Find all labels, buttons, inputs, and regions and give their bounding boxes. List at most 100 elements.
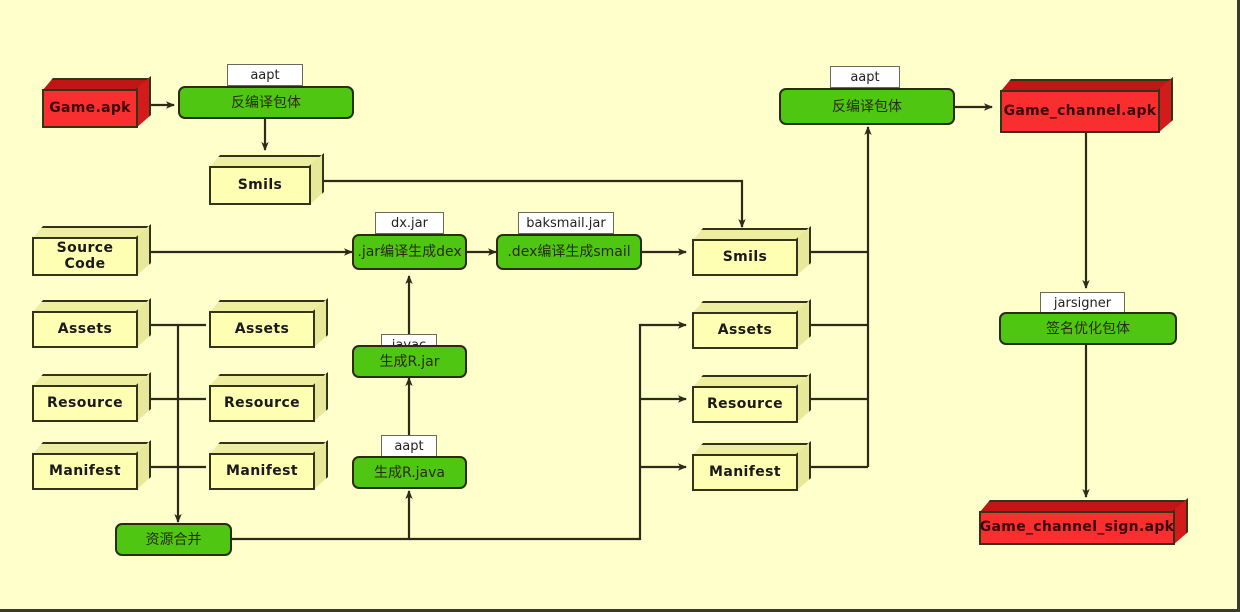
tool-tab-label: aapt (250, 67, 280, 83)
node-label: Assets (57, 320, 113, 337)
node-manifest-right[interactable]: Manifest (692, 443, 798, 491)
node-label: Resource (223, 394, 301, 411)
cube-side-face (138, 453, 149, 490)
node-merge-resources[interactable]: 资源合并 (115, 523, 232, 556)
node-label: Resource (46, 394, 124, 411)
cube-top-face (692, 443, 798, 454)
cube-front-face: Resource (209, 385, 315, 422)
node-sign-optimize[interactable]: 签名优化包体 (999, 312, 1177, 345)
node-label: 反编译包体 (832, 98, 902, 115)
cube-top-face (32, 300, 138, 311)
node-resource-right[interactable]: Resource (692, 375, 798, 423)
cube-top-face (209, 300, 315, 311)
tool-tab-baksmail-jar[interactable]: baksmail.jar (518, 212, 614, 234)
tool-tab-label: aapt (850, 69, 880, 85)
node-manifest-mid[interactable]: Manifest (209, 442, 315, 490)
node-label: Game_channel.apk (1003, 102, 1157, 119)
node-manifest-left[interactable]: Manifest (32, 442, 138, 490)
edge-merge-to-genrjava (232, 490, 413, 541)
node-label: 签名优化包体 (1046, 320, 1130, 337)
cube-front-face: Assets (692, 312, 798, 349)
cube-front-face: Resource (692, 386, 798, 423)
cube-top-face (42, 78, 138, 89)
node-label: Assets (234, 320, 290, 337)
cube-side-face (1160, 90, 1171, 133)
node-source-code[interactable]: Source Code (32, 226, 138, 276)
cube-top-face (692, 375, 798, 386)
tool-tab-label: dx.jar (390, 215, 428, 231)
node-resource-mid[interactable]: Resource (209, 374, 315, 422)
node-label: Manifest (226, 462, 298, 479)
node-label: Manifest (49, 462, 121, 479)
cube-front-face: Game_channel_sign.apk (979, 511, 1175, 545)
cube-top-face (1000, 79, 1160, 90)
node-label: 资源合并 (145, 531, 202, 548)
tool-tab-label: jarsigner (1053, 295, 1112, 311)
cube-front-face: Assets (32, 311, 138, 348)
node-label: Game_channel_sign.apk (979, 519, 1175, 536)
node-label: 反编译包体 (231, 94, 301, 111)
node-label: Smils (722, 248, 768, 265)
node-label: Game.apk (49, 99, 131, 116)
node-label: .jar编译生成dex (357, 244, 462, 260)
cube-front-face: Manifest (32, 453, 138, 490)
cube-side-face (315, 453, 326, 490)
cube-top-face (692, 301, 798, 312)
cube-side-face (315, 311, 326, 348)
node-game-channel-sign-apk[interactable]: Game_channel_sign.apk (979, 500, 1175, 545)
node-label: Assets (717, 321, 773, 338)
tool-tab-label: aapt (394, 438, 424, 454)
node-smils-1[interactable]: Smils (209, 155, 311, 205)
node-game-apk[interactable]: Game.apk (42, 78, 138, 128)
node-label: Smils (237, 176, 283, 193)
node-label: Source Code (56, 240, 114, 272)
cube-top-face (32, 374, 138, 385)
node-label: Resource (706, 395, 784, 412)
node-dex-to-smail[interactable]: .dex编译生成smail (496, 234, 642, 270)
cube-side-face (311, 166, 322, 205)
cube-top-face (979, 500, 1175, 511)
cube-front-face: Resource (32, 385, 138, 422)
tool-tab-jarsigner[interactable]: jarsigner (1040, 292, 1125, 314)
tool-tab-aapt-top-left[interactable]: aapt (227, 64, 303, 86)
cube-top-face (209, 442, 315, 453)
node-resource-left[interactable]: Resource (32, 374, 138, 422)
node-assets-left[interactable]: Assets (32, 300, 138, 348)
cube-top-face (692, 228, 798, 239)
cube-front-face: Smils (209, 166, 311, 205)
cube-top-face (209, 155, 311, 166)
node-smils-2[interactable]: Smils (692, 228, 798, 276)
cube-front-face: Manifest (209, 453, 315, 490)
cube-front-face: Manifest (692, 454, 798, 491)
cube-side-face (138, 89, 149, 128)
node-gen-r-jar[interactable]: 生成R.jar (352, 345, 467, 378)
node-label: .dex编译生成smail (507, 244, 631, 260)
cube-side-face (138, 385, 149, 422)
node-label: Manifest (709, 463, 781, 480)
cube-front-face: Assets (209, 311, 315, 348)
cube-side-face (798, 239, 809, 276)
node-game-channel-apk[interactable]: Game_channel.apk (1000, 79, 1160, 133)
cube-side-face (798, 312, 809, 349)
tool-tab-aapt-mid[interactable]: aapt (381, 435, 437, 457)
diagram-canvas: Game.apk aapt 反编译包体 Smils Source Code dx… (0, 0, 1240, 612)
cube-front-face: Smils (692, 239, 798, 276)
cube-front-face: Game_channel.apk (1000, 90, 1160, 133)
tool-tab-dx-jar[interactable]: dx.jar (375, 212, 444, 234)
node-label: 生成R.java (373, 464, 445, 481)
cube-front-face: Source Code (32, 237, 138, 276)
cube-side-face (798, 454, 809, 491)
node-jar-to-dex[interactable]: .jar编译生成dex (352, 234, 467, 270)
cube-top-face (32, 442, 138, 453)
tool-tab-aapt-top-right[interactable]: aapt (830, 66, 900, 88)
cube-side-face (1175, 511, 1186, 545)
node-assets-right[interactable]: Assets (692, 301, 798, 349)
node-gen-r-java[interactable]: 生成R.java (352, 456, 467, 489)
cube-top-face (209, 374, 315, 385)
cube-side-face (315, 385, 326, 422)
cube-side-face (798, 386, 809, 423)
node-decompile-1[interactable]: 反编译包体 (178, 86, 354, 119)
tool-tab-label: baksmail.jar (526, 215, 606, 231)
node-assets-mid[interactable]: Assets (209, 300, 315, 348)
node-decompile-2[interactable]: 反编译包体 (779, 88, 955, 125)
